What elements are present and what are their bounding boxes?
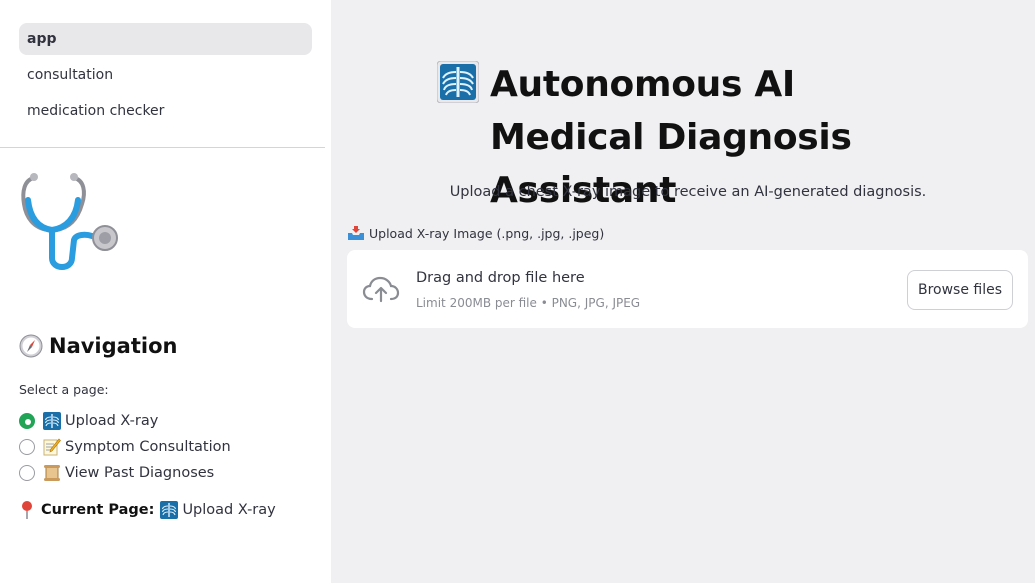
page-link-app[interactable]: app (19, 23, 312, 55)
navigation-heading-text: Navigation (49, 334, 178, 358)
navigation-heading: Navigation (19, 334, 177, 358)
sidebar-divider (0, 147, 325, 148)
radio-option-symptom-consultation[interactable]: Symptom Consultation (19, 434, 231, 460)
file-dropzone[interactable]: Drag and drop file here Limit 200MB per … (347, 250, 1028, 328)
main-content: Autonomous AI Medical Diagnosis Assistan… (331, 0, 1035, 583)
page-nav: app consultation medication checker (0, 0, 331, 127)
stethoscope-icon (21, 173, 118, 270)
page-radio-group: Upload X-ray Symptom Consultation View P… (19, 408, 231, 486)
current-page-indicator: Current Page: Upload X-ray (19, 500, 276, 520)
dropzone-title: Drag and drop file here (416, 270, 585, 286)
sidebar: app consultation medication checker Navi… (0, 0, 331, 583)
xray-icon (160, 501, 179, 519)
radio-button[interactable] (19, 465, 35, 481)
xray-icon (437, 61, 479, 103)
radio-option-upload-xray[interactable]: Upload X-ray (19, 408, 231, 434)
page-link-medication-checker[interactable]: medication checker (19, 95, 312, 127)
scroll-icon (44, 465, 60, 481)
select-page-label: Select a page: (19, 382, 109, 397)
memo-icon (43, 438, 61, 456)
page-subtitle: Upload a chest X-ray image to receive an… (449, 184, 927, 200)
current-page-label: Current Page: (41, 502, 155, 518)
current-page-value: Upload X-ray (182, 502, 276, 518)
browse-files-button[interactable]: Browse files (907, 270, 1013, 310)
page-link-consultation[interactable]: consultation (19, 59, 312, 91)
radio-option-view-past-diagnoses[interactable]: View Past Diagnoses (19, 460, 231, 486)
radio-label-upload-xray: Upload X-ray (65, 413, 159, 429)
radio-button[interactable] (19, 439, 35, 455)
dropzone-limit-text: Limit 200MB per file • PNG, JPG, JPEG (416, 296, 641, 310)
compass-icon (19, 334, 43, 358)
xray-icon (43, 412, 61, 430)
radio-button-selected[interactable] (19, 413, 35, 429)
pushpin-icon (22, 501, 32, 519)
radio-label-view-past-diagnoses: View Past Diagnoses (65, 465, 215, 481)
radio-label-symptom-consultation: Symptom Consultation (65, 439, 231, 455)
upload-label: Upload X-ray Image (.png, .jpg, .jpeg) (347, 225, 604, 241)
upload-label-text: Upload X-ray Image (.png, .jpg, .jpeg) (369, 225, 605, 241)
inbox-tray-icon (348, 226, 364, 240)
cloud-upload-icon (362, 276, 400, 303)
